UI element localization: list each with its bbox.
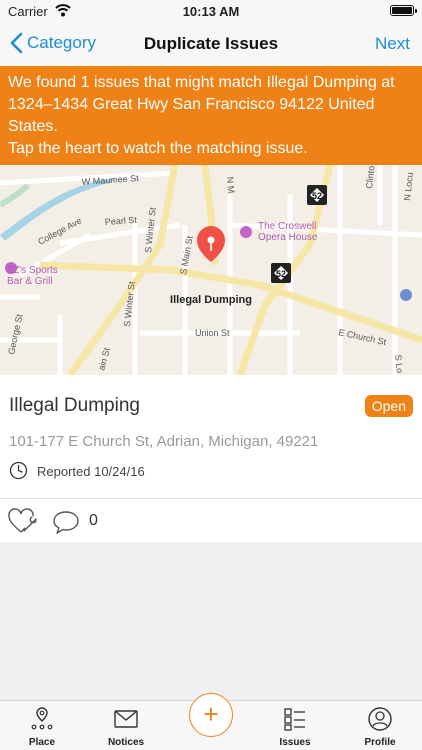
tab-profile[interactable]: Profile (338, 701, 422, 750)
route-52-shield-top: 52 (307, 185, 327, 205)
add-icon: + (203, 699, 219, 729)
place-icon (31, 707, 53, 730)
back-button[interactable]: Category (10, 32, 96, 54)
banner-line-1: We found 1 issues that might match Illeg… (8, 74, 395, 91)
issue-actions: 0 (0, 498, 422, 542)
add-issue-button[interactable]: + (189, 693, 233, 737)
svg-text:The Croswell: The Croswell (258, 221, 316, 232)
reported-date: Reported 10/24/16 (37, 464, 145, 479)
issue-map[interactable]: 52 52 W Maumee St Pearl St College Ave S… (0, 165, 422, 375)
svg-text:ZZ's Sports: ZZ's Sports (7, 265, 58, 276)
park-strip (0, 182, 31, 208)
tab-place-label: Place (28, 737, 56, 748)
duplicate-notice-banner: We found 1 issues that might match Illeg… (0, 66, 422, 165)
svg-text:52: 52 (276, 269, 286, 279)
svg-text:Union St: Union St (195, 328, 230, 338)
tab-profile-label: Profile (364, 737, 396, 748)
clock-time: 10:13 AM (182, 4, 240, 19)
mail-icon (114, 710, 138, 728)
next-button[interactable]: Next (375, 34, 410, 54)
clock-icon (9, 461, 28, 480)
battery-icon (390, 5, 414, 16)
chevron-left-icon (10, 32, 23, 54)
list-icon (284, 708, 305, 731)
svg-text:S Lo: S Lo (393, 354, 405, 373)
banner-line-4: Tap the heart to watch the matching issu… (8, 140, 308, 157)
opera-house-icon (240, 226, 252, 238)
poi-icon (400, 289, 412, 301)
svg-text:E Church St: E Church St (338, 327, 388, 347)
issue-title: Illegal Dumping (9, 395, 140, 416)
navigation-bar: Category Duplicate Issues Next (0, 22, 422, 66)
svg-text:N M: N M (225, 176, 236, 193)
tab-issues-label: Issues (279, 737, 311, 748)
battery-tip (415, 9, 417, 13)
map-pin-label: Illegal Dumping (170, 294, 252, 306)
svg-text:S Main St: S Main St (178, 235, 195, 276)
svg-text:George St: George St (6, 313, 24, 356)
back-button-label: Category (27, 33, 96, 52)
route-52-shield-mid: 52 (271, 263, 291, 283)
svg-text:Clinto: Clinto (364, 165, 376, 189)
svg-text:Bar & Grill: Bar & Grill (7, 276, 53, 287)
watch-heart-icon[interactable] (7, 508, 39, 534)
tab-notices[interactable]: Notices (84, 701, 168, 750)
tab-issues[interactable]: Issues (253, 701, 337, 750)
profile-icon (368, 707, 392, 731)
status-bar: Carrier 10:13 AM (0, 0, 422, 22)
status-badge: Open (364, 395, 413, 417)
issue-card[interactable]: Illegal Dumping Open 101-177 E Church St… (0, 375, 422, 498)
issue-address: 101-177 E Church St, Adrian, Michigan, 4… (9, 433, 319, 450)
svg-text:Opera House: Opera House (258, 232, 318, 243)
svg-text:52: 52 (312, 191, 322, 201)
svg-text:N Locu: N Locu (402, 172, 415, 201)
map-pin-icon[interactable] (197, 226, 225, 262)
tab-notices-label: Notices (107, 737, 145, 748)
tab-bar: Place Notices + Issues Profile (0, 693, 422, 750)
banner-line-2: 1324–1434 Great Hwy San Francisco 94122 … (8, 96, 375, 113)
svg-text:W Maumee St: W Maumee St (81, 173, 139, 187)
tab-place[interactable]: Place (0, 701, 84, 750)
svg-text:ain St: ain St (96, 346, 112, 371)
comment-icon[interactable] (52, 509, 80, 535)
comment-count: 0 (89, 512, 98, 529)
map-canvas[interactable]: 52 52 W Maumee St Pearl St College Ave S… (0, 165, 422, 375)
banner-line-3: States. (8, 118, 58, 135)
